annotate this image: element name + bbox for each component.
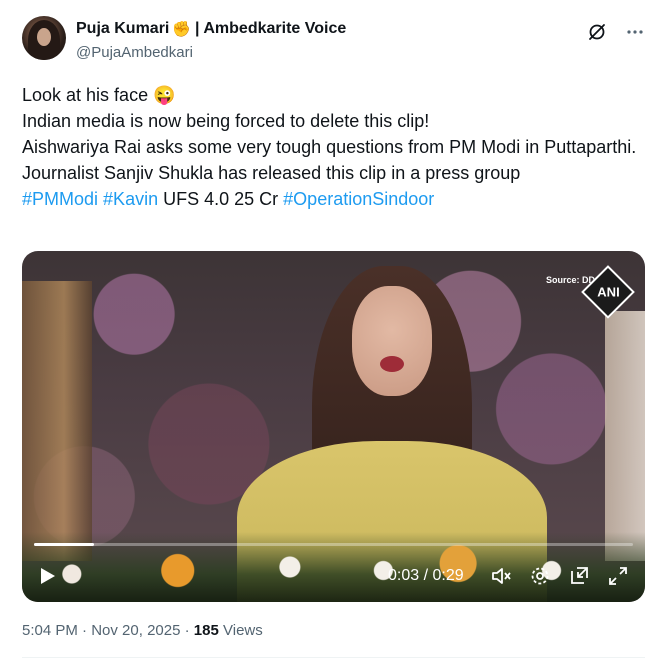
video-frame-person-lips: [380, 356, 404, 372]
video-frame-person-face: [352, 286, 432, 396]
tweet-line-3: Aishwariya Rai asks some very tough ques…: [22, 137, 637, 157]
header-actions: [587, 22, 645, 42]
author-handle[interactable]: @PujaAmbedkari: [76, 44, 193, 61]
play-icon[interactable]: [37, 566, 57, 586]
avatar[interactable]: [22, 16, 66, 60]
video-time: 0:03 / 0:29: [388, 567, 464, 585]
display-name[interactable]: Puja Kumari: [76, 20, 169, 38]
author-name-row[interactable]: Puja Kumari ✊ | Ambedkarite Voice: [76, 20, 346, 38]
tweet-line-1: Look at his face 😜: [22, 82, 642, 108]
meta-separator: ·: [184, 622, 190, 639]
grok-icon[interactable]: [587, 22, 607, 42]
hashtag-kavin[interactable]: #Kavin: [103, 189, 158, 209]
meta-separator: ·: [82, 622, 88, 639]
video-current-time: 0:03: [388, 567, 420, 584]
raised-fist-icon: ✊: [172, 21, 192, 38]
settings-gear-icon[interactable]: [529, 565, 551, 587]
winking-tongue-emoji: 😜: [153, 85, 176, 105]
tweet-plain-text: UFS 4.0 25 Cr: [163, 189, 279, 209]
fullscreen-icon[interactable]: [607, 565, 629, 587]
views-count: 185: [193, 622, 219, 639]
tweet-card: Puja Kumari ✊ | Ambedkarite Voice @PujaA…: [0, 0, 667, 664]
tweet-hashtag-line: #PMModi #Kavin UFS 4.0 25 Cr #OperationS…: [22, 186, 642, 212]
tweet-date[interactable]: Nov 20, 2025: [91, 622, 180, 639]
tweet-line-4: Journalist Sanjiv Shukla has released th…: [22, 163, 521, 183]
video-duration: 0:29: [432, 567, 464, 584]
video-frame-pillar-left: [22, 281, 92, 561]
display-name-suffix[interactable]: | Ambedkarite Voice: [195, 20, 346, 38]
divider: [22, 657, 645, 658]
pip-icon[interactable]: [568, 565, 590, 587]
ani-logo-text: ANI: [596, 284, 620, 300]
video-frame-pillar-right: [605, 311, 645, 561]
video-progress-bar[interactable]: [34, 543, 633, 546]
more-horizontal-icon[interactable]: [625, 22, 645, 42]
hashtag-pmmodi[interactable]: #PMModi: [22, 189, 98, 209]
video-controls: 0:03 / 0:29: [22, 550, 645, 602]
tweet-meta: 5:04 PM · Nov 20, 2025 · 185 Views: [22, 622, 263, 639]
hashtag-operationsindoor[interactable]: #OperationSindoor: [283, 189, 434, 209]
video-player[interactable]: Source: DD ANI 0:03 / 0:29: [22, 251, 645, 602]
tweet-line-1-text: Look at his face: [22, 85, 149, 105]
views-label: Views: [223, 622, 263, 639]
video-time-separator: /: [423, 567, 429, 584]
tweet-line-2: Indian media is now being forced to dele…: [22, 111, 430, 131]
avatar-face: [37, 28, 51, 46]
tweet-time[interactable]: 5:04 PM: [22, 622, 78, 639]
video-progress-fill: [34, 543, 94, 546]
mute-icon[interactable]: [490, 565, 512, 587]
tweet-text: Look at his face 😜 Indian media is now b…: [22, 82, 642, 212]
